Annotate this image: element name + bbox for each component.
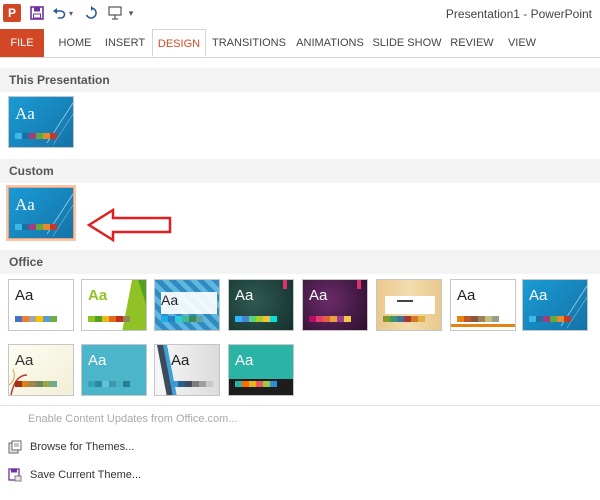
color-swatches — [309, 316, 351, 322]
title-line — [397, 300, 413, 302]
theme-sample-text: Aa — [171, 352, 190, 369]
save-current-theme-label: Save Current Theme... — [30, 469, 142, 481]
enable-content-updates-item: Enable Content Updates from Office.com..… — [28, 408, 238, 430]
tab-slide-show[interactable]: SLIDE SHOW — [370, 29, 444, 57]
color-swatches — [15, 224, 57, 230]
theme-sample-text: Aa — [457, 287, 476, 304]
window-title: Presentation1 - PowerPoint — [445, 7, 592, 21]
title-card — [385, 296, 435, 314]
theme-sample-text: Aa — [235, 287, 254, 304]
theme-sample-text: Aa — [235, 352, 254, 369]
color-swatches — [88, 381, 130, 387]
redo-icon[interactable] — [82, 4, 100, 22]
theme-thumb-organic[interactable] — [376, 279, 442, 331]
color-swatches — [161, 316, 203, 322]
color-swatches — [88, 316, 130, 322]
theme-thumb-banded[interactable]: Aa — [81, 344, 147, 396]
theme-sample-text: Aa — [88, 352, 107, 369]
theme-thumb-office[interactable]: Aa — [8, 279, 74, 331]
theme-sample-text: Aa — [15, 195, 35, 214]
section-this-presentation: This Presentation — [0, 68, 600, 92]
tab-transitions[interactable]: TRANSITIONS — [208, 29, 290, 57]
theme-thumb-wisp[interactable]: Aa — [8, 344, 74, 396]
enable-content-updates-label: Enable Content Updates from Office.com..… — [28, 413, 238, 425]
accent-bar — [283, 280, 287, 289]
save-theme-icon — [8, 468, 22, 482]
title-bar: P ▾ ▾ Presentation1 - PowerPoint — [0, 0, 600, 28]
tab-design[interactable]: DESIGN — [152, 29, 206, 57]
color-swatches — [457, 316, 499, 322]
theme-thumb-integral[interactable]: Aa — [154, 279, 220, 331]
theme-thumb-ion-boardroom[interactable]: Aa — [302, 279, 368, 331]
browse-for-themes-item[interactable]: Browse for Themes... — [8, 436, 134, 458]
section-office: Office — [0, 250, 600, 274]
theme-thumb-current[interactable]: Aa — [8, 96, 74, 148]
menu-divider — [0, 405, 600, 406]
ribbon-tabs: FILE HOME INSERT DESIGN TRANSITIONS ANIM… — [0, 29, 600, 58]
theme-thumb-ion[interactable]: Aa — [228, 279, 294, 331]
annotation-arrow-icon — [86, 207, 172, 243]
theme-thumb-retrospect[interactable]: Aa — [450, 279, 516, 331]
save-icon[interactable] — [28, 4, 46, 22]
theme-sample-text: Aa — [15, 287, 34, 304]
theme-sample-text: Aa — [15, 104, 35, 123]
customize-qat-icon[interactable]: ▾ — [126, 4, 136, 22]
powerpoint-icon[interactable]: P — [3, 4, 21, 22]
theme-sample-text: Aa — [88, 287, 108, 304]
tab-view[interactable]: VIEW — [500, 29, 544, 57]
theme-sample-text: Aa — [529, 287, 548, 304]
tab-file[interactable]: FILE — [0, 29, 44, 57]
color-swatches — [235, 316, 277, 322]
browse-themes-icon — [8, 440, 22, 454]
start-from-beginning-icon[interactable] — [106, 4, 124, 22]
theme-thumb-facet[interactable]: Aa — [81, 279, 147, 331]
theme-sample-text: Aa — [15, 352, 34, 369]
tab-home[interactable]: HOME — [52, 29, 98, 57]
color-swatches — [15, 133, 57, 139]
color-swatches — [529, 316, 571, 322]
theme-thumb-frame[interactable]: Aa — [228, 344, 294, 396]
theme-sample-text: Aa — [309, 287, 328, 304]
theme-thumb-custom[interactable]: Aa — [6, 185, 76, 241]
theme-thumb-slice[interactable]: Aa — [522, 279, 588, 331]
color-swatches — [235, 381, 277, 387]
tab-animations[interactable]: ANIMATIONS — [290, 29, 370, 57]
section-custom: Custom — [0, 159, 600, 183]
save-current-theme-item[interactable]: Save Current Theme... — [8, 464, 141, 486]
theme-sample-text: Aa — [161, 292, 179, 308]
tab-review[interactable]: REVIEW — [444, 29, 500, 57]
color-swatches — [15, 316, 57, 322]
accent-bar — [357, 280, 361, 289]
color-swatches — [383, 316, 425, 322]
bottom-bar — [451, 324, 515, 327]
tab-insert[interactable]: INSERT — [102, 29, 148, 57]
theme-thumb-dividend[interactable]: Aa — [154, 344, 220, 396]
browse-for-themes-label: Browse for Themes... — [30, 441, 135, 453]
color-swatches — [15, 381, 57, 387]
undo-dropdown-icon[interactable]: ▾ — [66, 4, 76, 22]
color-swatches — [171, 381, 213, 387]
